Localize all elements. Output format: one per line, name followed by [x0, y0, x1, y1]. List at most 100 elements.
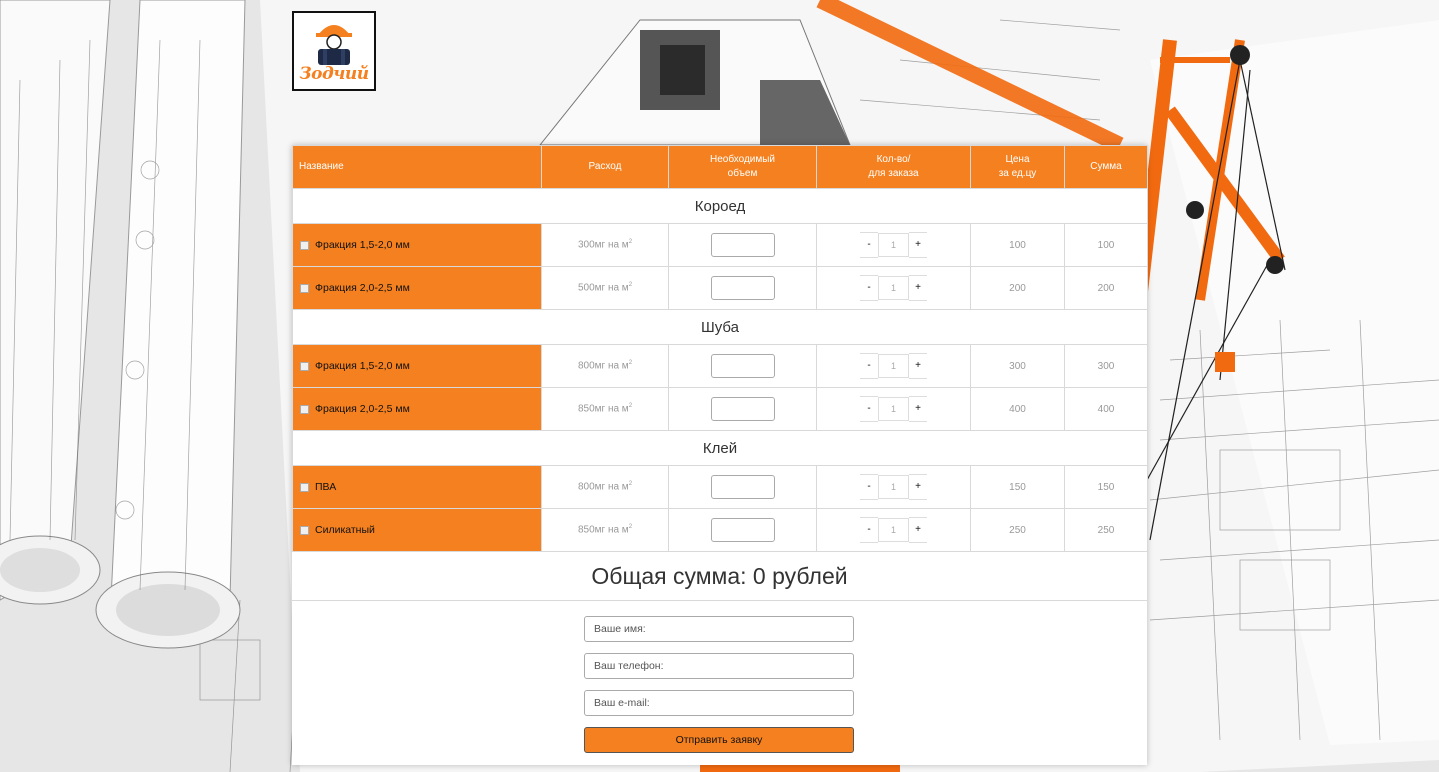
item-name: Силикатный [315, 524, 375, 536]
quantity-cell: -1 + [816, 344, 971, 388]
quantity-value[interactable]: 1 [878, 276, 909, 300]
price-cell: 300 [970, 344, 1065, 388]
consumption-cell: 300мг на м2 [541, 223, 669, 267]
logo-text: Зодчий [299, 64, 369, 84]
decrement-button[interactable]: - [860, 353, 878, 379]
item-name-cell: Силикатный [292, 508, 542, 552]
header-name: Название [292, 145, 542, 189]
header-quantity: Кол-во/для заказа [816, 145, 971, 189]
consumption-cell: 800мг на м2 [541, 344, 669, 388]
decrement-button[interactable]: - [860, 474, 878, 500]
quantity-cell: -1 + [816, 508, 971, 552]
unit-superscript: 2 [628, 282, 633, 289]
table-row: Силикатный 850мг на м2-1 +250 250 [292, 508, 1148, 552]
quantity-value[interactable]: 1 [878, 233, 909, 257]
total-sum: Общая сумма: 0 рублей [292, 552, 1147, 601]
item-name: Фракция 1,5-2,0 мм [315, 239, 410, 251]
table-row: Фракция 2,0-2,5 мм 850мг на м2-1 +400 400 [292, 387, 1148, 431]
item-checkbox[interactable] [300, 525, 309, 535]
quantity-cell: -1 + [816, 223, 971, 267]
consumption-value: 850мг на м [577, 403, 629, 415]
item-checkbox[interactable] [300, 482, 309, 492]
price-cell: 150 [970, 465, 1065, 509]
quantity-stepper: -1 + [860, 275, 927, 301]
sum-cell: 250 [1064, 508, 1148, 552]
sum-cell: 300 [1064, 344, 1148, 388]
volume-input[interactable] [710, 518, 775, 542]
item-checkbox[interactable] [300, 240, 309, 250]
logo[interactable]: Зодчий [292, 11, 376, 91]
table-header-row: Название Расход Необходимый объем Кол-во/… [292, 145, 1148, 189]
consumption-value: 800мг на м [577, 481, 629, 493]
unit-superscript: 2 [628, 481, 633, 488]
increment-button[interactable]: + [909, 353, 927, 379]
submit-order-button[interactable]: Отправить заявку [584, 727, 854, 753]
price-cell: 100 [970, 223, 1065, 267]
item-name-cell: Фракция 1,5-2,0 мм [292, 344, 542, 388]
volume-input[interactable] [710, 354, 775, 378]
volume-input[interactable] [710, 233, 775, 257]
volume-input[interactable] [710, 397, 775, 421]
email-field[interactable] [584, 690, 854, 716]
volume-cell [668, 266, 817, 310]
consumption-value: 500мг на м [577, 282, 629, 294]
group-row: Короед [292, 188, 1148, 224]
item-checkbox[interactable] [300, 361, 309, 371]
decrement-button[interactable]: - [860, 396, 878, 422]
group-row: Шуба [292, 309, 1148, 345]
item-name: ПВА [315, 481, 337, 493]
consumption-value: 850мг на м [577, 524, 629, 536]
price-cell: 250 [970, 508, 1065, 552]
sum-cell: 400 [1064, 387, 1148, 431]
unit-superscript: 2 [628, 524, 633, 531]
name-field[interactable] [584, 616, 854, 642]
volume-cell [668, 344, 817, 388]
quantity-stepper: -1 + [860, 474, 927, 500]
decrement-button[interactable]: - [860, 275, 878, 301]
decrement-button[interactable]: - [860, 517, 878, 543]
item-name-cell: Фракция 1,5-2,0 мм [292, 223, 542, 267]
item-name: Фракция 2,0-2,5 мм [315, 282, 410, 294]
phone-field[interactable] [584, 653, 854, 679]
item-name-cell: Фракция 2,0-2,5 мм [292, 266, 542, 310]
unit-superscript: 2 [628, 360, 633, 367]
volume-input[interactable] [710, 475, 775, 499]
header-consumption: Расход [541, 145, 669, 189]
item-name-cell: ПВА [292, 465, 542, 509]
decrement-button[interactable]: - [860, 232, 878, 258]
header-sum: Сумма [1064, 145, 1148, 189]
increment-button[interactable]: + [909, 474, 927, 500]
calculator-panel: Название Расход Необходимый объем Кол-во/… [292, 145, 1148, 765]
item-name: Фракция 2,0-2,5 мм [315, 403, 410, 415]
quantity-stepper: -1 + [860, 232, 927, 258]
quantity-cell: -1 + [816, 266, 971, 310]
quantity-value[interactable]: 1 [878, 518, 909, 542]
quantity-value[interactable]: 1 [878, 354, 909, 378]
volume-cell [668, 508, 817, 552]
sum-cell: 200 [1064, 266, 1148, 310]
quantity-cell: -1 + [816, 387, 971, 431]
volume-input[interactable] [710, 276, 775, 300]
item-checkbox[interactable] [300, 404, 309, 414]
table-row: ПВА 800мг на м2-1 +150 150 [292, 465, 1148, 509]
consumption-value: 300мг на м [577, 239, 629, 251]
increment-button[interactable]: + [909, 275, 927, 301]
price-cell: 200 [970, 266, 1065, 310]
increment-button[interactable]: + [909, 232, 927, 258]
consumption-cell: 500мг на м2 [541, 266, 669, 310]
increment-button[interactable]: + [909, 517, 927, 543]
item-checkbox[interactable] [300, 283, 309, 293]
group-title: Клей [292, 430, 1148, 466]
item-name: Фракция 1,5-2,0 мм [315, 360, 410, 372]
quantity-value[interactable]: 1 [878, 475, 909, 499]
unit-superscript: 2 [628, 239, 633, 246]
table-row: Фракция 1,5-2,0 мм 800мг на м2-1 +300 300 [292, 344, 1148, 388]
consumption-cell: 850мг на м2 [541, 508, 669, 552]
increment-button[interactable]: + [909, 396, 927, 422]
consumption-cell: 850мг на м2 [541, 387, 669, 431]
quantity-value[interactable]: 1 [878, 397, 909, 421]
quantity-stepper: -1 + [860, 353, 927, 379]
table-row: Фракция 2,0-2,5 мм 500мг на м2-1 +200 200 [292, 266, 1148, 310]
group-row: Клей [292, 430, 1148, 466]
quantity-cell: -1 + [816, 465, 971, 509]
